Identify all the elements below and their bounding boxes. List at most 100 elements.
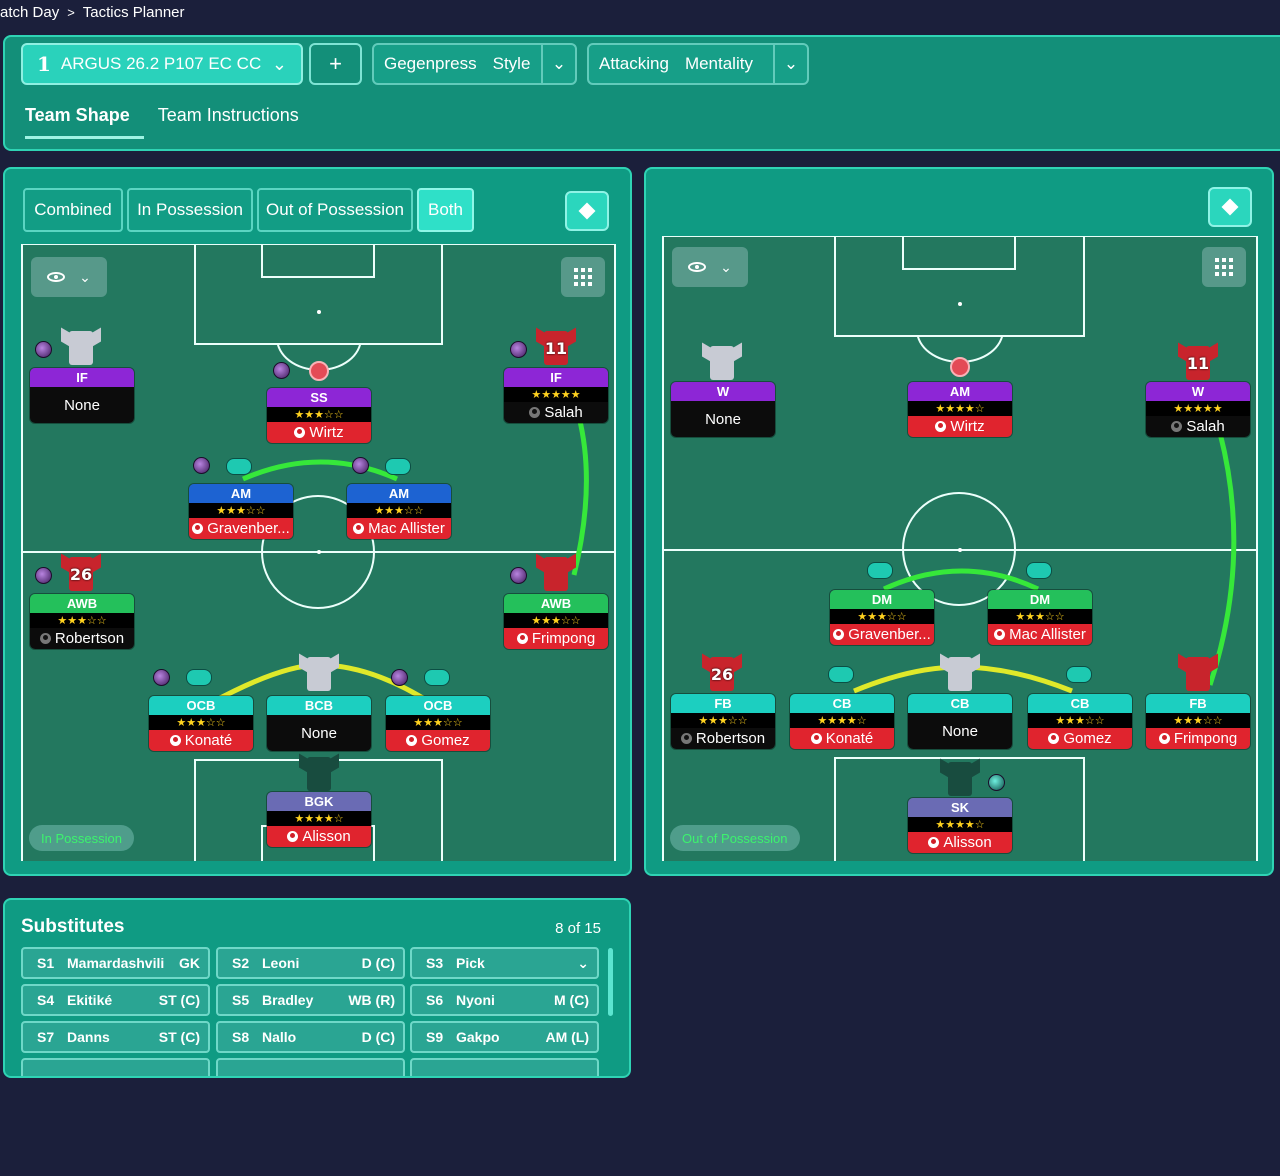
player-icon: [39, 633, 51, 644]
player-name: Gomez: [1063, 730, 1112, 747]
player-card-bcb[interactable]: BCB None: [267, 696, 371, 751]
eye-icon: [688, 262, 707, 272]
team-icon: [1026, 562, 1052, 579]
player-icon: [680, 733, 692, 744]
player-name-row: Robertson: [671, 728, 775, 749]
breadcrumb-parent[interactable]: atch Day: [0, 4, 59, 21]
sub-slot[interactable]: [410, 1058, 599, 1076]
scrollbar[interactable]: [608, 948, 613, 1016]
player-name-row: Gomez: [1028, 728, 1132, 749]
sub-code: S2: [232, 955, 250, 971]
player-name: None: [908, 713, 1012, 749]
mode-in-possession-button[interactable]: In Possession: [127, 188, 253, 232]
mode-combined-button[interactable]: Combined: [23, 188, 123, 232]
chevron-down-icon[interactable]: ⌄: [541, 45, 575, 83]
player-card-am[interactable]: AM ★★★★☆ Wirtz: [908, 382, 1012, 437]
kit-shirt-icon: 26: [702, 653, 742, 693]
team-icon: [424, 669, 450, 686]
sub-code: S5: [232, 992, 250, 1008]
player-status-badge: [510, 567, 527, 584]
player-card-cb-centre[interactable]: CB None: [908, 694, 1012, 749]
player-card-w-left[interactable]: W None: [671, 382, 775, 437]
mentality-value: Attacking: [599, 54, 669, 73]
role-label: AM: [189, 484, 293, 503]
player-status-badge: [988, 774, 1005, 791]
sub-code: S1: [37, 955, 55, 971]
sub-slot[interactable]: S7 Danns ST (C): [21, 1021, 210, 1053]
player-icon: [1048, 733, 1060, 744]
kit-shirt-icon: 26: [61, 553, 101, 593]
player-name-row: Gravenber...: [830, 624, 934, 645]
player-card-bgk[interactable]: BGK ★★★★☆ Alisson: [267, 792, 371, 847]
view-toggle-button[interactable]: ⌄: [31, 257, 107, 297]
breadcrumb-current: Tactics Planner: [82, 3, 185, 21]
player-card-awb-left[interactable]: AWB ★★★☆☆ Robertson: [30, 594, 134, 649]
player-name-row: Alisson: [908, 832, 1012, 853]
mode-both-button[interactable]: Both: [417, 188, 474, 232]
player-card-dm-left[interactable]: DM ★★★☆☆ Gravenber...: [830, 590, 934, 645]
sub-slot[interactable]: S1 Mamardashvili GK: [21, 947, 210, 979]
view-toggle-button[interactable]: ⌄: [672, 247, 748, 287]
player-card-awb-right[interactable]: AWB ★★★☆☆ Frimpong: [504, 594, 608, 649]
player-icon: [353, 523, 365, 534]
sub-slot[interactable]: [216, 1058, 405, 1076]
player-card-fb-right[interactable]: FB ★★★☆☆ Frimpong: [1146, 694, 1250, 749]
kit-number: 11: [544, 339, 568, 358]
mentality-dropdown[interactable]: Attacking Mentality ⌄: [587, 43, 809, 85]
player-name-row: Konaté: [149, 730, 253, 751]
player-card-ocb-right[interactable]: OCB ★★★☆☆ Gomez: [386, 696, 490, 751]
role-label: AM: [908, 382, 1012, 401]
player-icon: [192, 523, 204, 534]
sub-position: D (C): [361, 955, 395, 971]
sub-position: ST (C): [158, 992, 200, 1008]
kit-number: 26: [710, 665, 734, 684]
tab-team-instructions[interactable]: Team Instructions: [158, 105, 315, 139]
player-name: Robertson: [54, 630, 125, 647]
sub-slot[interactable]: S8 Nallo D (C): [216, 1021, 405, 1053]
player-icon: [287, 831, 299, 842]
sub-position: WB (R): [348, 992, 395, 1008]
player-card-ss[interactable]: SS ★★★☆☆ Wirtz: [267, 388, 371, 443]
player-card-if-left[interactable]: IF None: [30, 368, 134, 423]
player-card-w-right[interactable]: W ★★★★★ Salah: [1146, 382, 1250, 437]
player-card-am-left[interactable]: AM ★★★☆☆ Gravenber...: [189, 484, 293, 539]
player-name-row: Mac Allister: [347, 518, 451, 539]
in-possession-panel: Combined In Possession Out of Possession…: [3, 167, 632, 876]
sub-slot[interactable]: S2 Leoni D (C): [216, 947, 405, 979]
role-label: OCB: [386, 696, 490, 715]
player-icon: [1171, 421, 1183, 432]
player-card-fb-left[interactable]: FB ★★★☆☆ Robertson: [671, 694, 775, 749]
pitch-out-of-possession: ⌄ W None AM ★★★★☆ Wirtz 11 W ★★★★★ Salah…: [662, 236, 1258, 861]
diamond-icon[interactable]: [1208, 187, 1252, 227]
tab-team-shape[interactable]: Team Shape: [25, 105, 144, 139]
sub-slot[interactable]: [21, 1058, 210, 1076]
style-label: Style: [492, 54, 531, 73]
player-card-if-right[interactable]: IF ★★★★★ Salah: [504, 368, 608, 423]
player-card-cb-right[interactable]: CB ★★★☆☆ Gomez: [1028, 694, 1132, 749]
sub-slot[interactable]: S9 Gakpo AM (L): [410, 1021, 599, 1053]
player-card-dm-right[interactable]: DM ★★★☆☆ Mac Allister: [988, 590, 1092, 645]
player-card-cb-left[interactable]: CB ★★★★☆ Konaté: [790, 694, 894, 749]
link-dm-dm: [882, 568, 1040, 592]
role-label: BCB: [267, 696, 371, 715]
grid-icon[interactable]: [1202, 247, 1246, 287]
tactic-selector[interactable]: 1 ARGUS 26.2 P107 EC CC ⌄: [21, 43, 303, 85]
sub-name: Bradley: [262, 992, 314, 1008]
sub-slot[interactable]: S5 Bradley WB (R): [216, 984, 405, 1016]
diamond-icon[interactable]: [565, 191, 609, 231]
style-dropdown[interactable]: Gegenpress Style ⌄: [372, 43, 577, 85]
add-tactic-button[interactable]: +: [309, 43, 362, 85]
tactic-name: ARGUS 26.2 P107 EC CC: [60, 54, 262, 73]
sub-slot-dropdown[interactable]: S3 Pick ⌄: [410, 947, 599, 979]
player-card-ocb-left[interactable]: OCB ★★★☆☆ Konaté: [149, 696, 253, 751]
sub-slot[interactable]: S6 Nyoni M (C): [410, 984, 599, 1016]
player-card-am-right[interactable]: AM ★★★☆☆ Mac Allister: [347, 484, 451, 539]
player-icon: [810, 733, 822, 744]
sub-slot[interactable]: S4 Ekitiké ST (C): [21, 984, 210, 1016]
mode-out-of-possession-button[interactable]: Out of Possession: [257, 188, 413, 232]
grid-icon[interactable]: [561, 257, 605, 297]
role-label: W: [1146, 382, 1250, 401]
chevron-down-icon[interactable]: ⌄: [773, 45, 807, 83]
player-card-sk[interactable]: SK ★★★★☆ Alisson: [908, 798, 1012, 853]
star-rating: ★★★☆☆: [671, 713, 775, 728]
